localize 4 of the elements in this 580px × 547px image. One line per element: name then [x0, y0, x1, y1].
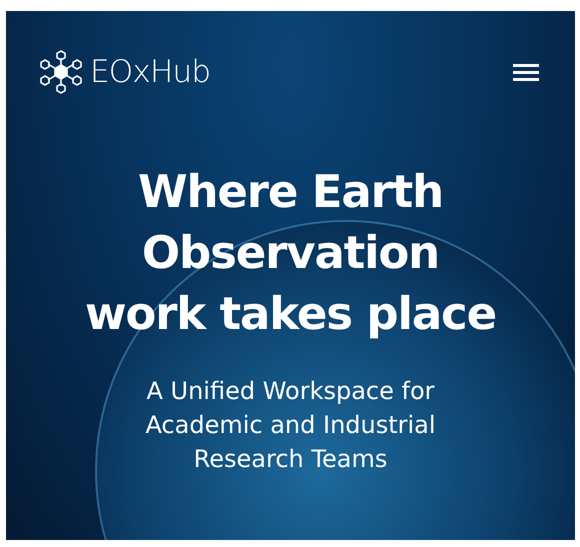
molecule-logo-icon: [40, 49, 82, 95]
logo-text[interactable]: EOxHub: [90, 56, 210, 88]
hero-headline: Where Earth Observation work takes place: [84, 164, 498, 342]
hero-subtitle: A Unified Workspace for Academic and Industrial Research Teams: [144, 376, 437, 475]
